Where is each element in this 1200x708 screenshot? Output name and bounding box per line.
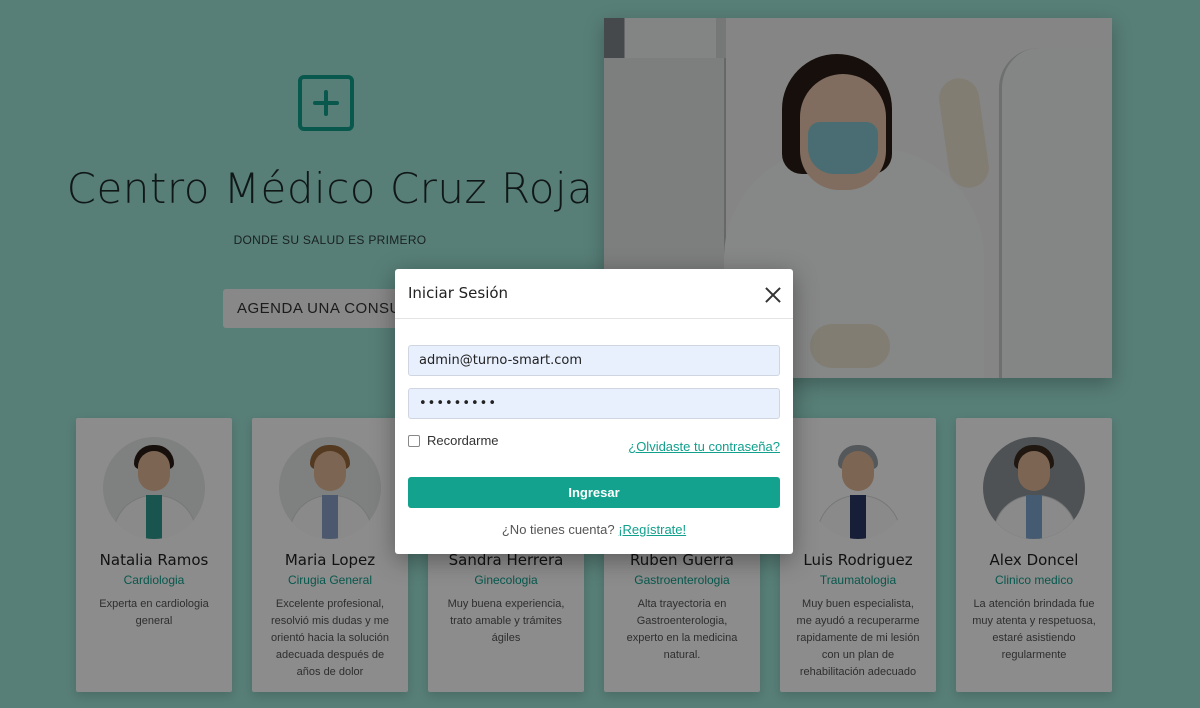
remember-checkbox[interactable] bbox=[408, 435, 420, 447]
email-field[interactable] bbox=[408, 345, 780, 376]
signup-row: ¿No tienes cuenta? ¡Regístrate! bbox=[395, 522, 793, 537]
password-field[interactable] bbox=[408, 388, 780, 419]
modal-header: Iniciar Sesión bbox=[395, 269, 793, 319]
login-modal: Iniciar Sesión Recordarme ¿Olvidaste tu … bbox=[395, 269, 793, 554]
signup-link[interactable]: ¡Regístrate! bbox=[618, 522, 686, 537]
modal-title: Iniciar Sesión bbox=[408, 284, 509, 302]
login-submit-button[interactable]: Ingresar bbox=[408, 477, 780, 508]
signup-prompt: ¿No tienes cuenta? bbox=[501, 522, 615, 537]
forgot-password-link[interactable]: ¿Olvidaste tu contraseña? bbox=[628, 439, 780, 454]
remember-label: Recordarme bbox=[427, 433, 499, 448]
close-icon[interactable] bbox=[763, 285, 783, 305]
